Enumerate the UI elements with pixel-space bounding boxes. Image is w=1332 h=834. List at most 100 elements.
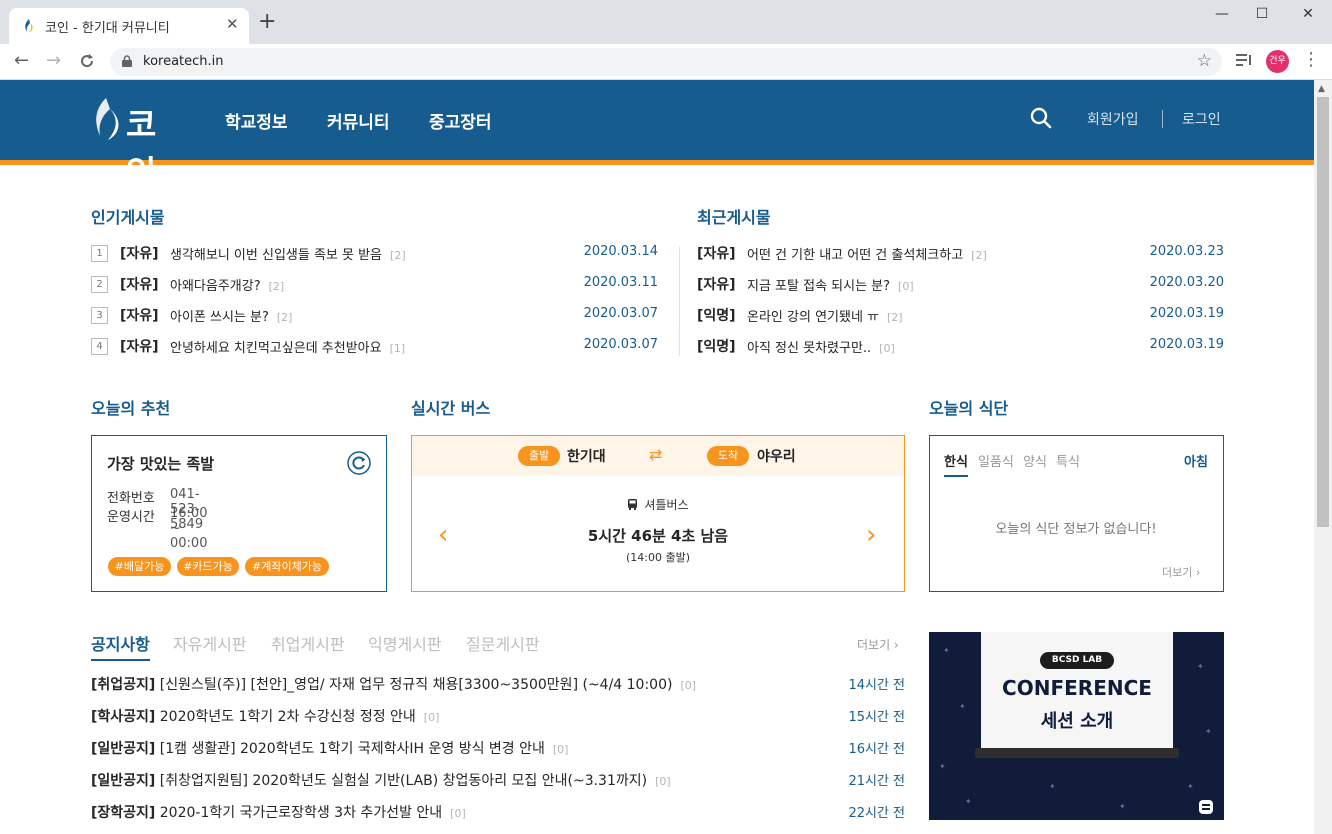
tag-chip: #계좌이체가능 <box>245 557 329 576</box>
comment-count: [0] <box>680 679 697 692</box>
logo-text: 코인 <box>126 105 156 192</box>
bus-type: 셔틀버스 <box>412 496 904 513</box>
bus-prev-chevron-icon[interactable]: ‹ <box>438 522 448 548</box>
maximize-button[interactable]: ☐ <box>1240 6 1284 22</box>
post-date: 2020.03.20 <box>1149 275 1224 290</box>
post-date: 2020.03.07 <box>583 306 658 321</box>
site-header: 코인 학교정보 커뮤니티 중고장터 회원가입 로그인 <box>0 80 1314 192</box>
post-date: 2020.03.23 <box>1149 244 1224 259</box>
browser-tab[interactable]: 코인 - 한기대 커뮤니티 ✕ <box>9 8 249 44</box>
post-date: 2020.03.19 <box>1149 337 1224 352</box>
notice-row[interactable]: [일반공지] [취창업지원팀] 2020학년도 실험실 기반(LAB) 창업동아… <box>91 770 905 790</box>
notice-title: [신원스틸(주)] [천안]_영업/ 자재 업무 정규직 채용[3300~350… <box>155 677 673 693</box>
hours-label: 운영시간 <box>107 510 155 525</box>
recent-post[interactable]: [자유] 어떤 건 기한 내고 어떤 건 출석체크하고 [2] 2020.03.2… <box>697 243 1224 263</box>
scroll-up-icon[interactable]: ▲ <box>1318 84 1325 94</box>
nav-community[interactable]: 커뮤니티 <box>327 108 390 133</box>
bcsd-mark-icon <box>1199 800 1213 814</box>
notice-category: [일반공지] <box>91 773 156 789</box>
swap-icon[interactable]: ⇄ <box>649 445 662 464</box>
tag-chip: #배달가능 <box>108 557 171 576</box>
meal-tab-korean[interactable]: 한식 <box>944 451 968 477</box>
post-title: 어떤 건 기한 내고 어떤 건 출석체크하고 <box>747 248 964 263</box>
login-link[interactable]: 로그인 <box>1182 109 1221 129</box>
signup-link[interactable]: 회원가입 <box>1087 109 1139 129</box>
recent-post[interactable]: [익명] 온라인 강의 연기됐네 ㅠ [2] 2020.03.19 <box>697 305 1224 325</box>
rank-badge: 3 <box>91 307 108 324</box>
notice-row[interactable]: [일반공지] [1캠 생활관] 2020학년도 1학기 국제학사IH 운영 방식… <box>91 738 905 758</box>
minimize-button[interactable]: — <box>1200 6 1244 22</box>
reload-icon[interactable] <box>79 53 95 69</box>
popular-post[interactable]: 3 [자유] 아이폰 쓰시는 분? [2] 2020.03.07 <box>91 305 658 325</box>
bus-departure-time: (14:00 출발) <box>625 551 691 564</box>
window-close-button[interactable]: ✕ <box>1286 6 1330 22</box>
koin-logo-icon <box>96 98 119 140</box>
conference-banner[interactable]: ✦ ✦ ✦ ✦ ✦ ✦ ✦ ✦ ✦ BCSD LAB CONFERENCE 세션… <box>929 632 1224 820</box>
notice-row[interactable]: [장학공지] 2020-1학기 국가근로장학생 3차 추가선발 안내 [0] 22… <box>91 802 905 822</box>
post-tag: [익명] <box>697 339 736 355</box>
forward-arrow-icon[interactable]: → <box>46 50 61 71</box>
notice-category: [학사공지] <box>91 709 156 725</box>
koin-logo[interactable]: 코인 <box>90 96 180 192</box>
refresh-icon[interactable] <box>347 451 371 475</box>
meal-card: 한식 일품식 양식 특식 아침 오늘의 식단 정보가 없습니다! 더보기 › <box>929 435 1224 592</box>
notice-row[interactable]: [취업공지] [신원스틸(주)] [천안]_영업/ 자재 업무 정규직 채용[3… <box>91 674 905 694</box>
notice-title: 2020-1학기 국가근로장학생 3차 추가선발 안내 <box>155 805 443 821</box>
new-tab-button[interactable]: + <box>258 11 276 33</box>
comment-count: [1] <box>389 342 406 355</box>
nav-school-info[interactable]: 학교정보 <box>225 108 288 133</box>
depart-place: 한기대 <box>567 449 606 465</box>
meal-time-label[interactable]: 아침 <box>1184 451 1208 470</box>
comment-count: [0] <box>450 807 466 820</box>
address-bar[interactable]: koreatech.in ☆ <box>110 48 1222 76</box>
notice-title: [1캠 생활관] 2020학년도 1학기 국제학사IH 운영 방식 변경 안내 <box>155 741 545 757</box>
comment-count: [2] <box>887 311 903 324</box>
browser-toolbar: ← → koreatech.in ☆ 건우 ⋮ <box>0 44 1332 80</box>
board-more-link[interactable]: 더보기 › <box>857 636 899 653</box>
bookmark-star-icon[interactable]: ☆ <box>1197 51 1212 71</box>
search-icon[interactable] <box>1030 107 1052 129</box>
popular-post[interactable]: 2 [자유] 아왜다음주개강? [2] 2020.03.11 <box>91 274 658 294</box>
post-date: 2020.03.11 <box>583 275 658 290</box>
popular-post[interactable]: 1 [자유] 생각해보니 이번 신입생들 족보 못 받음 [2] 2020.03.… <box>91 243 658 263</box>
recent-post[interactable]: [자유] 지금 포탈 접속 되시는 분? [0] 2020.03.20 <box>697 274 1224 294</box>
tab-close-icon[interactable]: ✕ <box>226 15 239 33</box>
scrollbar-thumb[interactable] <box>1317 97 1329 527</box>
browser-menu-icon[interactable]: ⋮ <box>1302 49 1320 70</box>
post-title: 아직 정신 못차렸구만.. <box>747 341 872 356</box>
notice-time: 15시간 전 <box>848 710 905 725</box>
notice-category: [취업공지] <box>91 677 156 693</box>
tab-question-board[interactable]: 질문게시판 <box>466 631 540 655</box>
notice-time: 22시간 전 <box>848 806 905 821</box>
media-queue-icon[interactable] <box>1236 53 1253 67</box>
popular-post[interactable]: 4 [자유] 안녕하세요 치킨먹고싶은데 추천받아요 [1] 2020.03.07 <box>91 336 658 356</box>
back-arrow-icon[interactable]: ← <box>14 50 29 71</box>
profile-avatar[interactable]: 건우 <box>1266 50 1289 73</box>
url-text: koreatech.in <box>143 54 224 69</box>
recommend-card[interactable]: 가장 맛있는 족발 전화번호 041-523-5849 운영시간 16:00 ~ 0… <box>91 435 387 592</box>
tab-job-board[interactable]: 취업게시판 <box>271 631 345 655</box>
meal-more-link[interactable]: 더보기 › <box>1162 564 1200 580</box>
bus-next-chevron-icon[interactable]: › <box>866 522 876 548</box>
post-tag: [자유] <box>120 277 159 293</box>
bus-title: 실시간 버스 <box>411 399 491 418</box>
tab-free-board[interactable]: 자유게시판 <box>173 631 247 655</box>
bus-route-bar: 출발 한기대 ⇄ 도착 야우리 <box>412 436 904 476</box>
notice-title: [취창업지원팀] 2020학년도 실험실 기반(LAB) 창업동아리 모집 안내… <box>155 773 648 789</box>
meal-tab-western[interactable]: 양식 <box>1023 451 1047 470</box>
meal-tab-ilpum[interactable]: 일품식 <box>978 451 1014 470</box>
bcsd-lab-badge: BCSD LAB <box>1040 652 1114 669</box>
lock-icon <box>122 55 132 67</box>
notice-category: [일반공지] <box>91 741 156 757</box>
depart-badge: 출발 <box>518 446 560 466</box>
recent-post[interactable]: [익명] 아직 정신 못차렸구만.. [0] 2020.03.19 <box>697 336 1224 356</box>
tab-anonymous-board[interactable]: 익명게시판 <box>368 631 442 655</box>
banner-line-1: CONFERENCE <box>1002 676 1152 700</box>
tab-notice[interactable]: 공지사항 <box>91 631 150 661</box>
meal-tab-special[interactable]: 특식 <box>1056 451 1080 470</box>
bus-icon <box>628 499 638 510</box>
notice-row[interactable]: [학사공지] 2020학년도 1학기 2차 수강신청 정정 안내 [0] 15시간… <box>91 706 905 726</box>
post-date: 2020.03.14 <box>583 244 658 259</box>
nav-market[interactable]: 중고장터 <box>429 108 492 133</box>
page-scrollbar[interactable]: ▲ <box>1314 80 1332 834</box>
